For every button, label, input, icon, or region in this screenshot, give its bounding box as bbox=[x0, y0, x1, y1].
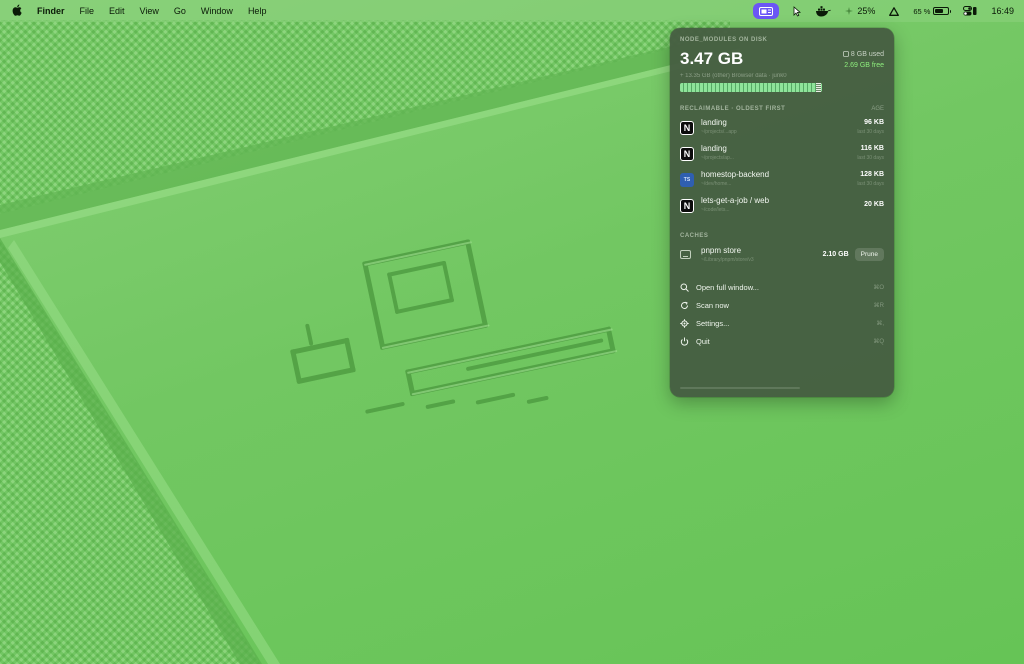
project-text: homestop-backend ~/dev/home... bbox=[701, 169, 857, 188]
disk-cleaner-tray-icon[interactable] bbox=[753, 3, 780, 19]
project-path: ~/dev/home... bbox=[701, 181, 732, 187]
battery-status[interactable]: 65 % bbox=[913, 6, 952, 16]
cpu-percent: 25% bbox=[857, 6, 876, 16]
menu-window[interactable]: Window bbox=[201, 6, 233, 16]
disk-usage-popover: NODE_MODULES ON DISK 3.47 GB 8 GB used 2… bbox=[670, 28, 894, 397]
power-icon bbox=[680, 337, 689, 346]
menu-item-label: Open full window... bbox=[696, 282, 759, 292]
disk-subline: + 13.35 GB (other) Browser data · junk0 bbox=[680, 73, 787, 79]
project-list: N landing ~/projects/...app 96 KB last 3… bbox=[680, 117, 884, 221]
menu-edit[interactable]: Edit bbox=[109, 6, 125, 16]
disk-used: 8 GB used bbox=[843, 49, 884, 60]
cpu-status[interactable]: 25% bbox=[845, 6, 875, 16]
menu-bar-left: Finder File Edit View Go Window Help bbox=[12, 4, 281, 18]
project-name: landing bbox=[701, 118, 727, 127]
reclaimable-sort[interactable]: AGE bbox=[871, 106, 884, 112]
prune-button[interactable]: Prune bbox=[854, 248, 884, 261]
cache-text: pnpm store ~/Library/pnpm/store/v3 bbox=[701, 245, 823, 264]
nextjs-icon: N bbox=[680, 147, 694, 161]
nextjs-icon: N bbox=[680, 199, 694, 213]
sparkle-icon bbox=[845, 7, 854, 15]
project-meta: 116 KB last 30 days bbox=[857, 143, 884, 162]
open-full-window-item[interactable]: Open full window... ⌘O bbox=[680, 278, 884, 296]
project-text: landing ~/projects/ap... bbox=[701, 143, 857, 162]
project-age: last 30 days bbox=[857, 181, 884, 187]
menu-item-shortcut: ⌘O bbox=[873, 284, 884, 291]
cursor-pointer-icon bbox=[793, 5, 802, 17]
disk-meta: 8 GB used 2.69 GB free bbox=[843, 49, 884, 71]
project-name: lets-get-a-job / web bbox=[701, 196, 770, 205]
disk-free: 2.69 GB free bbox=[844, 62, 884, 69]
menu-bar-right: 25% 65 % 16:49 bbox=[739, 3, 1014, 19]
disk-used-label: 8 GB used bbox=[850, 51, 884, 58]
cache-name: pnpm store bbox=[701, 246, 742, 255]
project-size: 128 KB bbox=[860, 171, 884, 178]
menu-go[interactable]: Go bbox=[174, 6, 186, 16]
project-size: 116 KB bbox=[860, 145, 884, 152]
project-item[interactable]: N landing ~/projects/...app 96 KB last 3… bbox=[680, 117, 884, 143]
menu-item-shortcut: ⌘Q bbox=[873, 338, 884, 345]
project-path: ~/projects/...app bbox=[701, 129, 737, 135]
menu-item-shortcut: ⌘, bbox=[876, 320, 884, 327]
project-size: 20 KB bbox=[864, 201, 884, 208]
project-age: last 30 days bbox=[857, 129, 884, 135]
project-size: 96 KB bbox=[864, 119, 884, 126]
nextjs-icon: N bbox=[680, 121, 694, 135]
clock[interactable]: 16:49 bbox=[991, 6, 1014, 16]
project-item[interactable]: N landing ~/projects/ap... 116 KB last 3… bbox=[680, 143, 884, 169]
project-meta: 96 KB last 30 days bbox=[857, 117, 884, 136]
usage-bar-marker bbox=[816, 83, 821, 92]
menu-file[interactable]: File bbox=[80, 6, 95, 16]
menu-help[interactable]: Help bbox=[248, 6, 267, 16]
menu-bar: Finder File Edit View Go Window Help 25%… bbox=[0, 0, 1024, 22]
scan-now-item[interactable]: Scan now ⌘R bbox=[680, 296, 884, 314]
menu-view[interactable]: View bbox=[140, 6, 159, 16]
battery-percent: 65 % bbox=[913, 6, 931, 16]
settings-item[interactable]: Settings... ⌘, bbox=[680, 314, 884, 332]
app-name-menu[interactable]: Finder bbox=[37, 6, 65, 16]
caches-label: CACHES bbox=[680, 233, 709, 239]
project-meta: 128 KB last 30 days bbox=[857, 169, 884, 188]
quit-item[interactable]: Quit ⌘Q bbox=[680, 332, 884, 350]
menu-item-shortcut: ⌘R bbox=[873, 302, 884, 309]
battery-icon bbox=[933, 7, 952, 15]
panel-footer-divider bbox=[680, 387, 800, 389]
disk-usage-bar bbox=[680, 83, 822, 92]
project-age: last 30 days bbox=[857, 155, 884, 161]
disk-total: 3.47 GB bbox=[680, 49, 744, 68]
search-icon bbox=[680, 283, 689, 292]
project-meta: 20 KB bbox=[864, 195, 884, 210]
reclaimable-label: RECLAIMABLE · OLDEST FIRST bbox=[680, 106, 786, 112]
gear-icon bbox=[680, 318, 689, 328]
project-name: landing bbox=[701, 144, 727, 153]
menu-item-label: Settings... bbox=[696, 318, 730, 328]
docker-icon[interactable] bbox=[815, 5, 832, 17]
monitor-icon bbox=[680, 250, 691, 259]
project-name: homestop-backend bbox=[701, 170, 770, 179]
disk-summary: 3.47 GB 8 GB used 2.69 GB free bbox=[680, 49, 884, 71]
cache-size: 2.10 GB bbox=[822, 251, 849, 258]
menu-item-label: Quit bbox=[696, 336, 710, 346]
disk-section-label: NODE_MODULES ON DISK bbox=[680, 37, 768, 43]
warning-triangle-icon[interactable] bbox=[889, 6, 900, 16]
menu-item-label: Scan now bbox=[696, 300, 729, 310]
cache-path: ~/Library/pnpm/store/v3 bbox=[701, 257, 754, 263]
apple-menu-icon[interactable] bbox=[12, 4, 22, 18]
control-center-icon[interactable] bbox=[963, 6, 977, 16]
typescript-icon: TS bbox=[680, 173, 694, 187]
project-path: ~/code/lets... bbox=[701, 207, 730, 213]
reclaimable-header: RECLAIMABLE · OLDEST FIRST AGE bbox=[680, 106, 884, 112]
project-path: ~/projects/ap... bbox=[701, 155, 734, 161]
cache-item: pnpm store ~/Library/pnpm/store/v3 2.10 … bbox=[680, 245, 884, 264]
project-item[interactable]: TS homestop-backend ~/dev/home... 128 KB… bbox=[680, 169, 884, 195]
refresh-icon bbox=[681, 301, 689, 309]
project-text: lets-get-a-job / web ~/code/lets... bbox=[701, 195, 864, 214]
project-text: landing ~/projects/...app bbox=[701, 117, 857, 136]
project-item[interactable]: N lets-get-a-job / web ~/code/lets... 20… bbox=[680, 195, 884, 221]
disk-icon bbox=[843, 50, 849, 57]
panel-menu: Open full window... ⌘O Scan now ⌘R Setti… bbox=[680, 278, 884, 350]
